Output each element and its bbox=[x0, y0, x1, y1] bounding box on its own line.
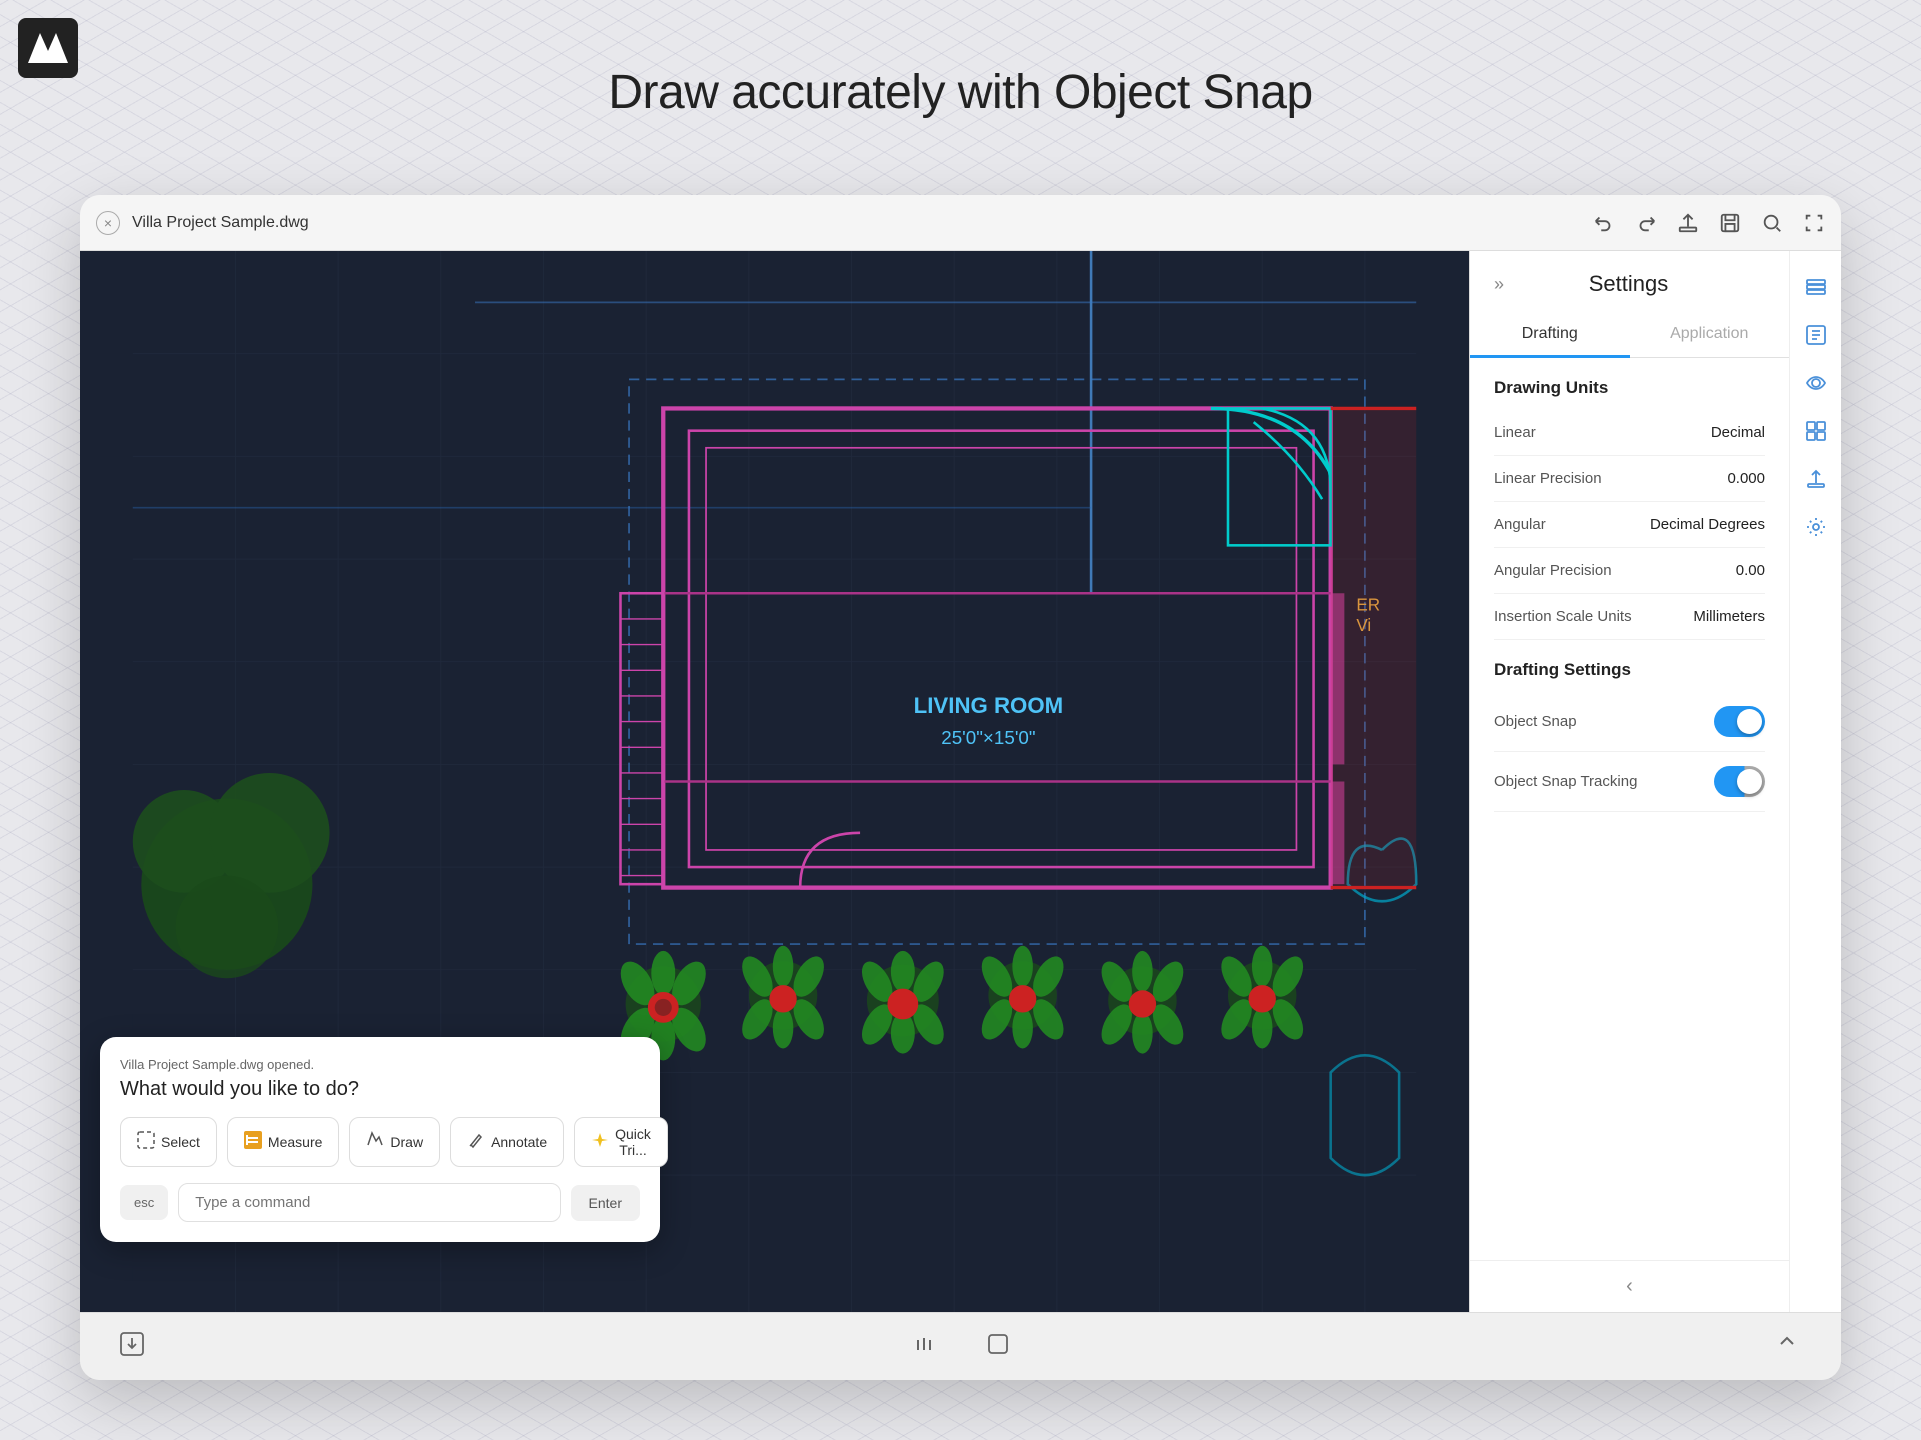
object-snap-toggle[interactable] bbox=[1714, 706, 1765, 737]
home-button[interactable] bbox=[976, 1322, 1020, 1372]
settings-collapse-button[interactable]: » bbox=[1494, 274, 1504, 295]
toggle-knob bbox=[1737, 709, 1762, 734]
command-input[interactable] bbox=[178, 1183, 560, 1222]
angular-label: Angular bbox=[1494, 516, 1546, 533]
sidebar-icon-layers[interactable] bbox=[1796, 267, 1836, 307]
select-button[interactable]: Select bbox=[120, 1117, 217, 1167]
bottom-toolbar bbox=[80, 1312, 1841, 1380]
fullscreen-button[interactable] bbox=[1803, 212, 1825, 234]
annotate-button[interactable]: Annotate bbox=[450, 1117, 564, 1167]
setting-row-angular-precision: Angular Precision 0.00 bbox=[1494, 548, 1765, 594]
command-prompt: Villa Project Sample.dwg opened. What wo… bbox=[100, 1037, 660, 1242]
settings-back-button[interactable]: ‹ bbox=[1470, 1260, 1789, 1312]
app-logo bbox=[18, 18, 78, 78]
linear-precision-value[interactable]: 0.000 bbox=[1727, 470, 1765, 487]
settings-content: Drawing Units Linear Decimal Linear Prec… bbox=[1470, 358, 1789, 1260]
insertion-scale-label: Insertion Scale Units bbox=[1494, 608, 1632, 625]
linear-value[interactable]: Decimal bbox=[1711, 424, 1765, 441]
tab-drafting[interactable]: Drafting bbox=[1470, 313, 1630, 358]
title-bar: × Villa Project Sample.dwg bbox=[80, 195, 1841, 251]
settings-title: Settings bbox=[1516, 271, 1765, 297]
page-title: Draw accurately with Object Snap bbox=[608, 65, 1312, 120]
setting-row-angular: Angular Decimal Degrees bbox=[1494, 502, 1765, 548]
window-title: Villa Project Sample.dwg bbox=[132, 214, 1593, 232]
measure-button[interactable]: Measure bbox=[227, 1117, 339, 1167]
linear-precision-label: Linear Precision bbox=[1494, 470, 1602, 487]
logo-icon bbox=[28, 33, 68, 63]
multiline-button[interactable] bbox=[902, 1322, 946, 1372]
setting-row-linear: Linear Decimal bbox=[1494, 410, 1765, 456]
settings-tabs: Drafting Application bbox=[1470, 313, 1789, 358]
insertion-scale-value[interactable]: Millimeters bbox=[1693, 608, 1765, 625]
enter-button[interactable]: Enter bbox=[571, 1185, 640, 1221]
annotate-icon bbox=[467, 1131, 485, 1154]
center-toolbar-buttons bbox=[902, 1322, 1020, 1372]
settings-header: » Settings bbox=[1470, 251, 1789, 297]
angular-precision-label: Angular Precision bbox=[1494, 562, 1612, 579]
angular-precision-value[interactable]: 0.00 bbox=[1736, 562, 1765, 579]
draw-button[interactable]: Draw bbox=[349, 1117, 440, 1167]
setting-row-insertion-scale: Insertion Scale Units Millimeters bbox=[1494, 594, 1765, 640]
drawing-area[interactable]: LIVING ROOM 25'0"×15'0" ER Vi bbox=[80, 251, 1469, 1312]
toggle-knob-2 bbox=[1737, 769, 1762, 794]
object-snap-label: Object Snap bbox=[1494, 713, 1577, 730]
quick-trim-button[interactable]: Quick Tri... bbox=[574, 1117, 668, 1167]
save-to-device-button[interactable] bbox=[110, 1322, 154, 1372]
tab-application[interactable]: Application bbox=[1630, 313, 1790, 358]
sidebar-icon-settings[interactable] bbox=[1796, 507, 1836, 547]
toolbar-actions bbox=[1593, 212, 1825, 234]
command-buttons-row: Select Measure bbox=[120, 1117, 640, 1167]
setting-row-object-snap: Object Snap bbox=[1494, 692, 1765, 752]
quick-trim-icon bbox=[591, 1131, 609, 1154]
measure-icon bbox=[244, 1131, 262, 1154]
side-icon-bar bbox=[1789, 251, 1841, 1312]
setting-row-object-snap-tracking: Object Snap Tracking bbox=[1494, 752, 1765, 812]
esc-button[interactable]: esc bbox=[120, 1185, 168, 1220]
setting-row-linear-precision: Linear Precision 0.000 bbox=[1494, 456, 1765, 502]
drafting-settings-title: Drafting Settings bbox=[1494, 640, 1765, 692]
object-snap-tracking-toggle[interactable] bbox=[1714, 766, 1765, 797]
upload-button[interactable] bbox=[1677, 212, 1699, 234]
select-icon bbox=[137, 1131, 155, 1154]
close-button[interactable]: × bbox=[96, 211, 120, 235]
file-status-text: Villa Project Sample.dwg opened. bbox=[120, 1057, 640, 1072]
sidebar-icon-export[interactable] bbox=[1796, 459, 1836, 499]
save-button[interactable] bbox=[1719, 212, 1741, 234]
settings-panel: » Settings Drafting Application Drawing … bbox=[1469, 251, 1789, 1312]
sidebar-icon-view[interactable] bbox=[1796, 363, 1836, 403]
linear-label: Linear bbox=[1494, 424, 1536, 441]
app-window: × Villa Project Sample.dwg bbox=[80, 195, 1841, 1380]
draw-icon bbox=[366, 1131, 384, 1154]
main-content: LIVING ROOM 25'0"×15'0" ER Vi bbox=[80, 251, 1841, 1312]
undo-button[interactable] bbox=[1593, 212, 1615, 234]
back-icon: ‹ bbox=[1626, 1275, 1633, 1298]
command-question: What would you like to do? bbox=[120, 1078, 640, 1101]
search-button[interactable] bbox=[1761, 212, 1783, 234]
sidebar-icon-blocks[interactable] bbox=[1796, 411, 1836, 451]
angular-value[interactable]: Decimal Degrees bbox=[1650, 516, 1765, 533]
redo-button[interactable] bbox=[1635, 212, 1657, 234]
svg-text:LIVING ROOM: LIVING ROOM bbox=[914, 693, 1063, 718]
object-snap-tracking-label: Object Snap Tracking bbox=[1494, 773, 1637, 790]
drawing-units-title: Drawing Units bbox=[1494, 358, 1765, 410]
command-input-row: esc Enter bbox=[120, 1183, 640, 1222]
collapse-button[interactable] bbox=[1767, 1322, 1811, 1372]
svg-text:25'0"×15'0": 25'0"×15'0" bbox=[941, 727, 1035, 748]
sidebar-icon-properties[interactable] bbox=[1796, 315, 1836, 355]
